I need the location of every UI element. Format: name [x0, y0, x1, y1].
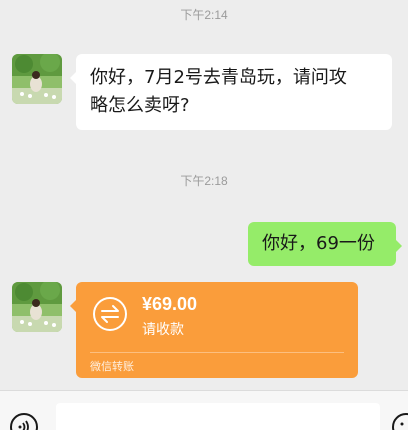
avatar-image: [12, 282, 62, 332]
transfer-arrows-icon: [93, 297, 127, 331]
message-text: 你好，69一份: [262, 233, 375, 254]
voice-icon: [18, 420, 29, 430]
emoji-button[interactable]: [392, 413, 408, 430]
emoji-icon: [400, 422, 404, 426]
voice-button[interactable]: [10, 413, 38, 430]
transfer-amount: ¥69.00: [142, 294, 198, 314]
transfer-footer-label: 微信转账: [90, 360, 134, 373]
outgoing-message[interactable]: 你好，69一份: [248, 222, 402, 266]
timestamp: 下午2:18: [180, 174, 228, 188]
transfer-status: 请收款: [142, 322, 184, 338]
message-text-line-1: 你好，7月2号去青岛玩，请问攻: [90, 67, 347, 88]
divider: [90, 352, 344, 353]
message-input[interactable]: [56, 403, 380, 430]
timestamp: 下午2:14: [180, 8, 228, 22]
input-bar: [0, 390, 408, 430]
message-text-line-2: 略怎么卖呀?: [90, 95, 190, 116]
transfer-card[interactable]: ¥69.00 请收款 微信转账: [70, 282, 358, 378]
avatar[interactable]: [12, 54, 62, 104]
chat-screen: 下午2:14 你好，7月2号去青岛玩，请问攻 略怎么卖呀? 下午2:18 你好，…: [0, 0, 408, 430]
incoming-message[interactable]: 你好，7月2号去青岛玩，请问攻 略怎么卖呀?: [70, 54, 392, 130]
avatar-image: [12, 54, 62, 104]
avatar[interactable]: [12, 282, 62, 332]
